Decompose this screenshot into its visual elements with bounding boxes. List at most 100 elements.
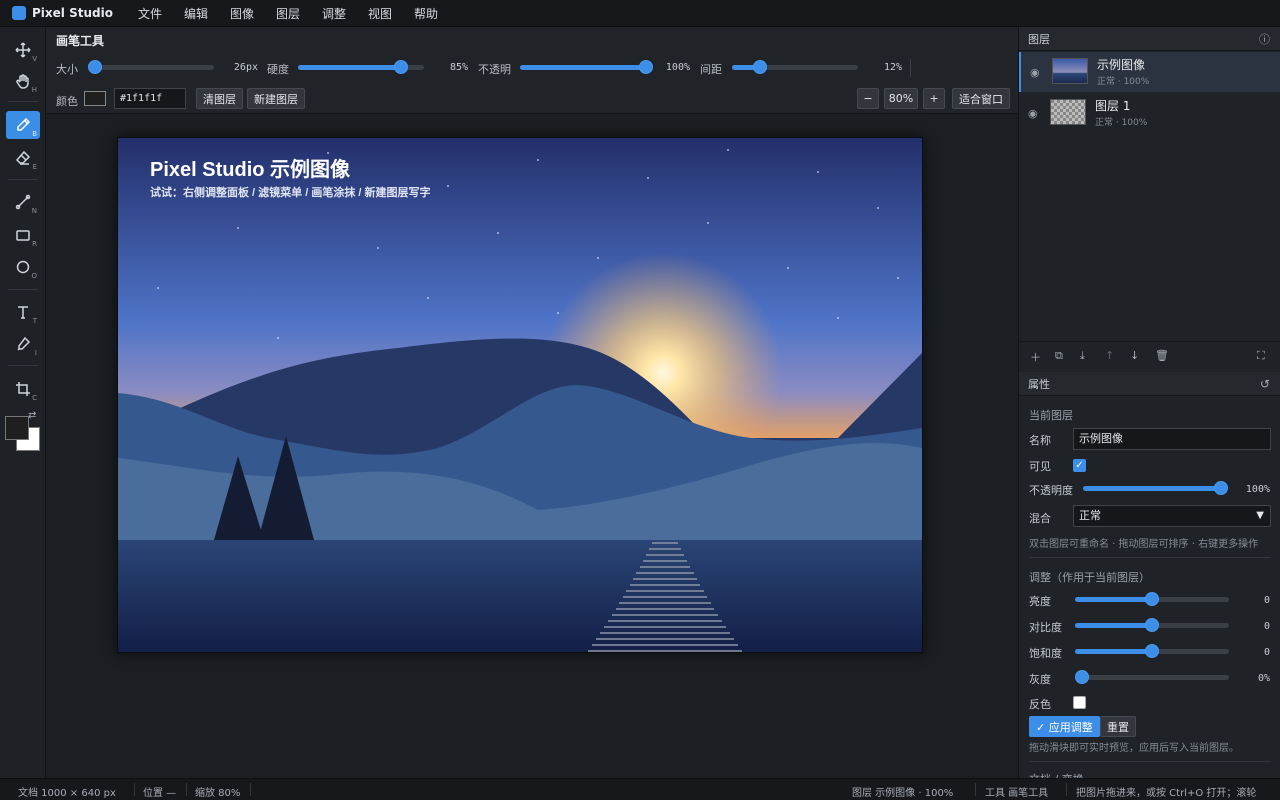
brush-tool-button[interactable]: B [6,111,40,139]
eye-icon[interactable]: ◉ [1030,66,1040,79]
hardness-slider[interactable] [298,60,424,74]
status-bar: 文档 1000 × 640 px 位置 — 缩放 80% 图层 示例图像 · 1… [0,778,1280,800]
blend-mode-value: 正常 [1079,509,1101,522]
brush-tool-key: B [32,130,37,138]
zoom-out-button[interactable]: − [857,88,879,109]
menu-layer[interactable]: 图层 [265,5,311,22]
clear-layer-button[interactable]: 清图层 [196,88,243,109]
delete-layer-icon[interactable]: 🗑 [1155,349,1169,362]
toolbox: V H B E N R O T I C ⇄ [0,27,46,778]
saturation-label: 饱和度 [1029,647,1062,660]
move-up-icon[interactable]: ↑ [1105,349,1114,362]
move-icon [15,42,31,58]
brightness-label: 亮度 [1029,595,1051,608]
eyedropper-tool-button[interactable]: I [6,330,40,358]
layer-name-input[interactable]: 示例图像 [1073,428,1271,450]
grayscale-slider-knob[interactable] [1075,670,1089,684]
hand-tool-button[interactable]: H [6,67,40,95]
size-value: 26px [233,62,258,73]
grayscale-value: 0% [1257,673,1270,684]
blend-label: 混合 [1029,512,1051,525]
crop-tool-button[interactable]: C [6,375,40,403]
duplicate-layer-icon[interactable]: ⧉ [1055,349,1063,363]
status-divider [134,783,135,796]
menu-bar: Pixel Studio 文件 编辑 图像 图层 调整 视图 帮助 [0,0,1280,27]
status-tool: 工具 画笔工具 [985,788,1049,799]
reset-properties-icon[interactable]: ↺ [1260,377,1270,391]
move-tool-button[interactable]: V [6,36,40,64]
layer-row[interactable]: ◉ 示例图像 正常 · 100% [1019,52,1280,92]
move-down-icon[interactable]: ↓ [1130,349,1139,362]
blend-mode-select[interactable]: 正常 ▼ [1073,505,1271,527]
opacity-slider[interactable] [520,60,653,74]
layer-opacity-value: 100% [1245,484,1270,495]
apply-adjust-button[interactable]: ✓ 应用调整 [1029,716,1100,737]
grayscale-slider[interactable] [1075,670,1229,684]
spacing-value: 12% [883,62,902,73]
hand-icon [16,74,29,89]
visible-checkbox[interactable]: ✓ [1073,459,1086,472]
line-tool-key: N [31,207,37,215]
canvas-workspace[interactable]: Pixel Studio 示例图像 试试：右侧调整面板 / 滤镜菜单 / 画笔涂… [46,114,1018,778]
size-label: 大小 [56,63,78,76]
invert-checkbox[interactable] [1073,696,1086,709]
canvas-artwork[interactable]: Pixel Studio 示例图像 试试：右侧调整面板 / 滤镜菜单 / 画笔涂… [118,138,922,652]
new-layer-button[interactable]: 新建图层 [247,88,305,109]
spacing-slider[interactable] [732,60,858,74]
size-slider[interactable] [87,60,214,74]
layer-opacity-slider[interactable] [1083,481,1228,495]
menu-adjust[interactable]: 调整 [311,5,357,22]
status-zoom: 缩放 80% [195,788,241,799]
invert-label: 反色 [1029,698,1051,711]
menu-image[interactable]: 图像 [219,5,265,22]
eraser-tool-key: E [32,163,37,171]
saturation-slider-knob[interactable] [1145,644,1159,658]
menu-file[interactable]: 文件 [127,5,173,22]
menu-edit[interactable]: 编辑 [173,5,219,22]
ellipse-tool-button[interactable]: O [6,253,40,281]
menu-help[interactable]: 帮助 [403,5,449,22]
eraser-tool-button[interactable]: E [6,144,40,172]
add-layer-icon[interactable]: ＋ [1030,349,1041,365]
color-hex-input[interactable]: #1f1f1f [114,88,186,109]
brush-color-swatch[interactable] [84,91,106,106]
brightness-slider-fill [1075,597,1152,602]
status-document-size: 文档 1000 × 640 px [18,788,116,799]
layer-name: 示例图像 [1097,58,1146,72]
merge-down-icon[interactable]: ⤓ [1080,349,1085,363]
menu-view[interactable]: 视图 [357,5,403,22]
layer-blend-info: 正常 · 100% [1095,118,1148,128]
zoom-in-button[interactable]: + [923,88,945,109]
layer-opacity-slider-knob[interactable] [1214,481,1228,495]
line-tool-button[interactable]: N [6,188,40,216]
brush-icon [17,117,31,131]
fit-window-button[interactable]: 适合窗口 [952,88,1010,109]
eye-icon[interactable]: ◉ [1028,107,1038,120]
fullscreen-icon[interactable]: ⛶ [1257,349,1265,363]
layer-row[interactable]: ◉ 图层 1 正常 · 100% [1019,93,1280,133]
saturation-value: 0 [1263,647,1270,658]
opacity-slider-knob[interactable] [639,60,653,74]
layers-divider [1019,341,1280,342]
text-tool-button[interactable]: T [6,298,40,326]
image-canvas[interactable]: Pixel Studio 示例图像 试试：右侧调整面板 / 滤镜菜单 / 画笔涂… [117,137,923,653]
layer-hint: 双击图层可重命名 · 拖动图层可排序 · 右键更多操作 [1029,539,1259,550]
hardness-slider-knob[interactable] [394,60,409,74]
rectangle-tool-button[interactable]: R [6,221,40,249]
layer-name: 图层 1 [1095,99,1131,113]
saturation-slider[interactable] [1075,644,1229,658]
brightness-slider[interactable] [1075,592,1229,606]
color-label: 颜色 [56,95,78,108]
brightness-slider-knob[interactable] [1145,592,1159,606]
reset-adjust-button[interactable]: 重置 [1100,716,1136,737]
crop-tool-key: C [32,394,37,402]
spacing-slider-knob[interactable] [752,60,767,74]
swap-colors-icon[interactable]: ⇄ [28,410,36,421]
contrast-slider-knob[interactable] [1145,618,1159,632]
saturation-slider-fill [1075,649,1152,654]
name-label: 名称 [1029,434,1051,447]
size-slider-knob[interactable] [87,60,102,74]
contrast-slider[interactable] [1075,618,1229,632]
info-icon[interactable]: ⓘ [1259,31,1270,47]
foreground-color-swatch[interactable] [5,416,29,440]
